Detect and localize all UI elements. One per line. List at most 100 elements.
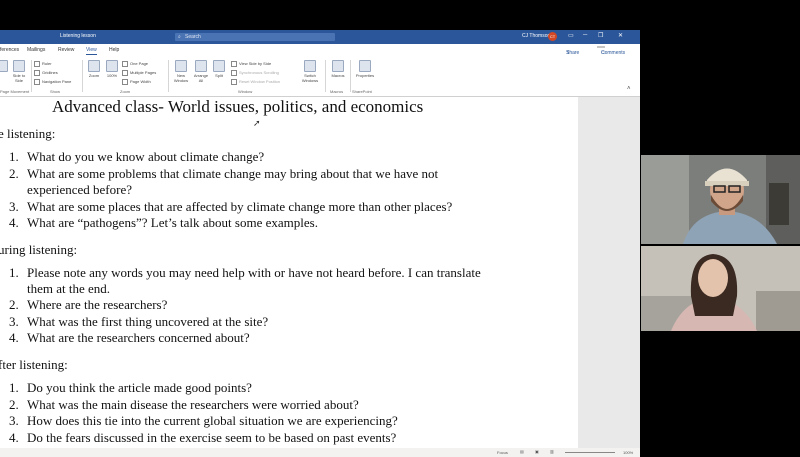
macros-button[interactable]: Macros	[329, 60, 347, 78]
ribbon-divider	[168, 60, 169, 92]
comments-button[interactable]: ▭ Comments	[597, 46, 625, 56]
group-zoom: Zoom	[120, 89, 131, 94]
gridlines-checkbox[interactable]: Gridlines	[34, 70, 58, 76]
switch-windows-button[interactable]: Switch Windows	[298, 60, 322, 83]
split-button[interactable]: Split	[212, 60, 226, 78]
page-width-icon	[122, 79, 128, 85]
list-item: What do you we know about climate change…	[27, 149, 265, 164]
close-icon[interactable]: ✕	[618, 32, 623, 39]
list-item: What are “pathogens”? Let’s talk about s…	[27, 215, 318, 230]
zoom-100-label: 100%	[106, 73, 118, 78]
view-side-by-side-button[interactable]: View Side by Side	[231, 61, 271, 67]
side-by-side-icon	[231, 61, 237, 67]
new-window-label: New Window	[173, 73, 189, 83]
reset-window-position-button[interactable]: Reset Window Position	[231, 79, 280, 85]
vertical-page-icon	[0, 60, 8, 72]
list-item: What are the researchers concerned about…	[27, 330, 250, 345]
ruler-label: Ruler	[42, 61, 52, 67]
checkbox-icon	[34, 79, 40, 85]
section-header-before: e listening:	[0, 126, 56, 141]
list-number: 3.	[9, 199, 19, 214]
section-header-during: uring listening:	[0, 242, 78, 257]
multiple-pages-label: Multiple Pages	[130, 70, 157, 76]
ribbon-tabs: ferences Mailings Review View Help ⇪ Sha…	[0, 44, 640, 56]
page-icon	[122, 61, 128, 67]
list-item: What are some places that are affected b…	[27, 199, 453, 214]
page-width-button[interactable]: Page Width	[122, 79, 151, 85]
side-to-side-icon	[13, 60, 25, 72]
tab-review[interactable]: Review	[58, 47, 74, 53]
zoom-label: Zoom	[88, 73, 100, 78]
vertical-view-button[interactable]	[0, 60, 8, 73]
zoom-100-icon	[106, 60, 118, 72]
list-item-continued: them at the end.	[27, 281, 111, 296]
document-name[interactable]: Listening lesson	[60, 33, 96, 39]
zoom-button[interactable]: Zoom	[86, 60, 102, 78]
list-number: 4.	[9, 330, 19, 345]
vertical-scrollbar[interactable]	[578, 97, 640, 457]
navigation-pane-label: Navigation Pane	[42, 79, 72, 85]
participant-video-1	[641, 155, 800, 244]
list-number: 2.	[9, 166, 19, 181]
status-bar: Focus ▤ ▣ ▥ 100%	[0, 448, 640, 457]
collapse-ribbon-icon[interactable]: ˄	[627, 86, 631, 92]
list-number: 4.	[9, 430, 19, 445]
tab-mailings[interactable]: Mailings	[27, 47, 45, 53]
view-side-by-side-label: View Side by Side	[239, 61, 272, 67]
navigation-pane-checkbox[interactable]: Navigation Pane	[34, 79, 71, 85]
one-page-button[interactable]: One Page	[122, 61, 148, 67]
ribbon-divider	[31, 60, 32, 92]
list-item: What was the first thing uncovered at th…	[27, 314, 269, 329]
zoom-level[interactable]: 100%	[623, 450, 633, 455]
list-item: What are some problems that climate chan…	[27, 166, 439, 181]
synchronous-scrolling-button[interactable]: Synchronous Scrolling	[231, 70, 279, 76]
multiple-pages-button[interactable]: Multiple Pages	[122, 70, 156, 76]
checkbox-icon	[34, 70, 40, 76]
list-number: 4.	[9, 215, 19, 230]
arrange-all-button[interactable]: Arrange All	[192, 60, 210, 83]
switch-windows-icon	[304, 60, 316, 72]
reset-window-position-label: Reset Window Position	[239, 79, 281, 85]
new-window-button[interactable]: New Window	[172, 60, 190, 83]
tab-references[interactable]: ferences	[0, 47, 19, 53]
tab-help[interactable]: Help	[109, 47, 119, 53]
participant-video-1-image	[641, 155, 800, 244]
print-layout-icon[interactable]: ▣	[535, 449, 539, 454]
zoom-100-button[interactable]: 100%	[105, 60, 119, 78]
side-to-side-button[interactable]: Side to Side	[10, 60, 28, 83]
ruler-checkbox[interactable]: Ruler	[34, 61, 52, 67]
ribbon: Side to Side Page Movement Ruler Gridlin…	[0, 56, 640, 97]
ribbon-divider	[350, 60, 351, 92]
properties-button[interactable]: Properties	[353, 60, 377, 78]
ribbon-display-icon[interactable]: ▭	[568, 32, 574, 39]
mouse-cursor-icon: ➚	[253, 118, 261, 128]
ribbon-divider	[325, 60, 326, 92]
list-number: 3.	[9, 413, 19, 428]
list-number: 1.	[9, 149, 19, 164]
user-name[interactable]: CJ Thomson	[522, 33, 550, 39]
avatar[interactable]: CT	[548, 32, 557, 41]
group-window: Window	[238, 89, 253, 94]
tab-view[interactable]: View	[86, 47, 97, 55]
list-item: What was the main disease the researcher…	[27, 397, 359, 412]
search-box[interactable]: ⌕ Search	[175, 33, 335, 41]
list-item: Where are the researchers?	[27, 297, 168, 312]
restore-icon[interactable]: ❐	[598, 32, 603, 39]
macros-label: Macros	[331, 73, 345, 78]
list-number: 1.	[9, 265, 19, 280]
list-item: Please note any words you may need help …	[27, 265, 481, 280]
list-number: 2.	[9, 297, 19, 312]
group-page-movement: Page Movement	[0, 89, 30, 94]
one-page-label: One Page	[130, 61, 149, 67]
search-placeholder: Search	[185, 34, 201, 40]
zoom-slider[interactable]	[565, 452, 615, 453]
side-to-side-label: Side to Side	[12, 73, 26, 83]
focus-button[interactable]: Focus	[497, 450, 508, 455]
read-mode-icon[interactable]: ▤	[520, 449, 524, 454]
checkbox-icon	[34, 61, 40, 67]
list-item: Do you think the article made good point…	[27, 380, 252, 395]
web-layout-icon[interactable]: ▥	[550, 449, 554, 454]
minimize-icon[interactable]: ─	[583, 32, 587, 38]
pages-icon	[122, 70, 128, 76]
switch-windows-label: Switch Windows	[301, 73, 319, 83]
